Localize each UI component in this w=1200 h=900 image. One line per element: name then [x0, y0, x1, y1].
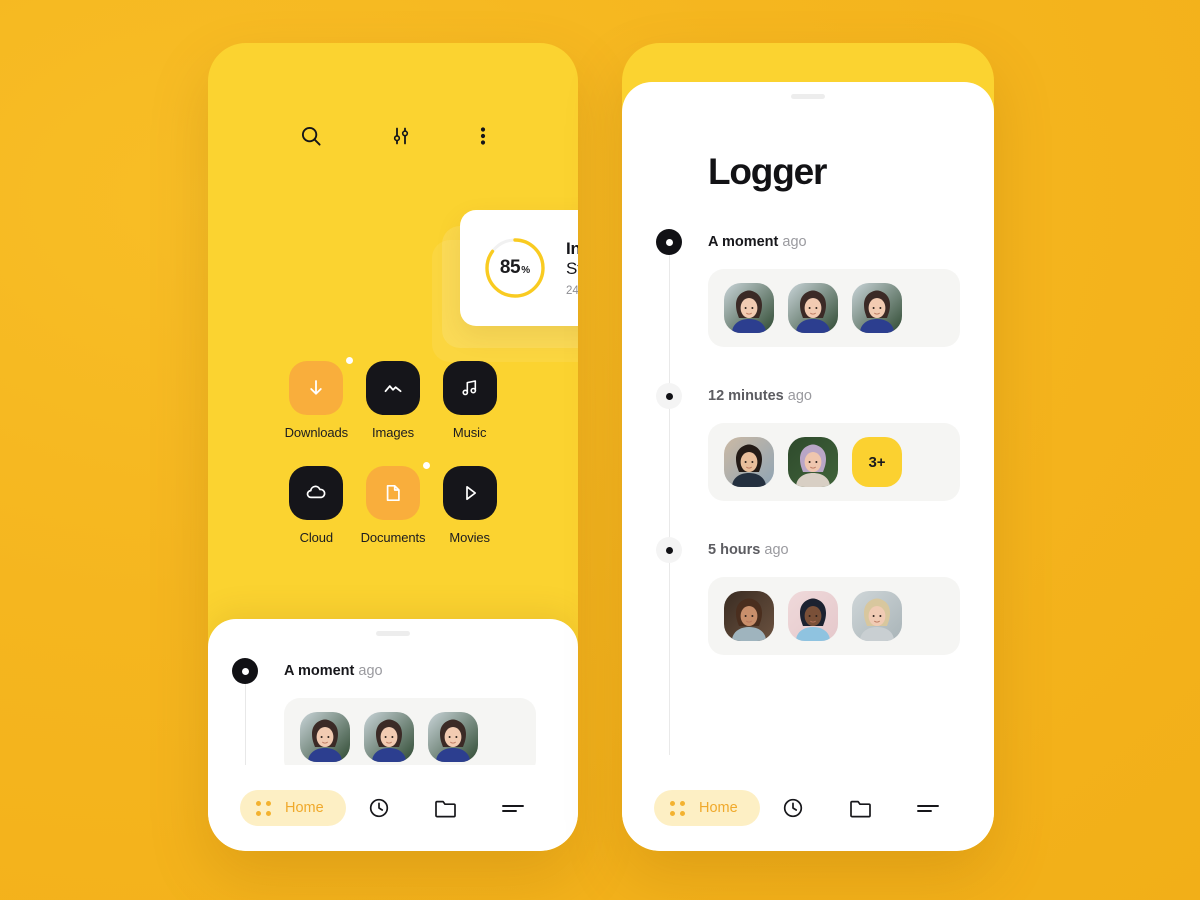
category-item-documents[interactable]: Documents — [355, 462, 432, 545]
nav-item-files[interactable] — [827, 798, 894, 819]
phone-left: Analyze 85 % Internal Storage 24.2 Gb / … — [208, 43, 578, 851]
timeline: A moment ago 12 minutes ago 3+ 5 hours ago — [622, 229, 994, 755]
timeline-time-light: ago — [764, 542, 789, 558]
category-label: Downloads — [284, 425, 349, 440]
avatar-woman-long-hair[interactable] — [724, 283, 774, 333]
avatar-woman-long-hair[interactable] — [300, 712, 350, 762]
sheet-grabber[interactable] — [791, 94, 825, 99]
avatar-woman-long-hair[interactable] — [788, 283, 838, 333]
play-icon — [442, 466, 497, 520]
category-label: Cloud — [299, 530, 334, 545]
phone-right: Logger A moment ago 12 minutes ago 3+ 5 hou… — [622, 43, 994, 851]
timeline-time-bold: 5 hours — [708, 542, 761, 558]
notification-badge — [346, 357, 354, 364]
download-icon — [289, 357, 354, 415]
avatar-woman-glasses[interactable] — [788, 437, 838, 487]
category-item-cloud[interactable]: Cloud — [278, 466, 355, 545]
page-title: Logger — [708, 151, 827, 192]
avatar-man-bowtie[interactable] — [724, 437, 774, 487]
document-icon — [365, 462, 430, 520]
nav-item-more[interactable] — [479, 801, 546, 815]
avatar-strip — [708, 577, 960, 655]
timeline-dot-active — [232, 658, 258, 684]
nav-item-history[interactable] — [346, 797, 413, 819]
timeline-entry: A moment ago — [622, 229, 994, 347]
storage-subtitle: 24.2 Gb / 28.5 Gb — [566, 284, 578, 297]
timeline-time-light: ago — [787, 388, 812, 404]
avatar-strip: 3+ — [708, 423, 960, 501]
apps-grid-icon — [670, 800, 685, 816]
notification-badge — [422, 462, 430, 469]
nav-item-files[interactable] — [412, 798, 479, 819]
bottom-navbar-left: Home — [208, 765, 578, 851]
timeline-dot — [656, 537, 682, 563]
sheet-grabber[interactable] — [376, 631, 410, 636]
avatar-woman-long-hair[interactable] — [852, 283, 902, 333]
timeline-time-light: ago — [782, 234, 807, 250]
category-label: Images — [371, 425, 414, 440]
category-label: Movies — [449, 530, 490, 545]
category-item-movies[interactable]: Movies — [431, 466, 508, 545]
timeline-time-bold: A moment — [284, 663, 355, 679]
avatar-woman-long-hair[interactable] — [428, 712, 478, 762]
avatar-strip — [708, 269, 960, 347]
timeline-time: 12 minutes ago — [708, 383, 994, 409]
music-icon — [442, 361, 497, 415]
category-label: Music — [452, 425, 487, 440]
percent-symbol: % — [521, 265, 531, 276]
storage-percent: 85 — [499, 257, 521, 278]
search-icon[interactable] — [300, 125, 322, 147]
cloud-icon — [289, 466, 344, 520]
nav-item-history[interactable] — [760, 797, 827, 819]
storage-text: Internal Storage 24.2 Gb / 28.5 Gb — [566, 239, 578, 297]
sliders-icon[interactable] — [390, 125, 412, 147]
avatar-more-count[interactable]: 3+ — [852, 437, 902, 487]
nav-item-home[interactable]: Home — [240, 790, 346, 826]
internal-storage-card[interactable]: 85 % Internal Storage 24.2 Gb / 28.5 Gb — [460, 210, 578, 326]
timeline-time: A moment ago — [284, 658, 578, 684]
more-vertical-icon[interactable] — [480, 125, 486, 147]
image-icon — [365, 361, 420, 415]
storage-card-group: Analyze 85 % Internal Storage 24.2 Gb / … — [432, 210, 578, 362]
timeline-time-bold: 12 minutes — [708, 388, 784, 404]
category-label: Documents — [360, 530, 426, 545]
nav-home-label: Home — [699, 800, 738, 816]
bottom-navbar-right: Home — [622, 765, 994, 851]
timeline-dot — [656, 383, 682, 409]
storage-title-light: Storage — [566, 258, 578, 278]
avatar-man-cap[interactable] — [788, 591, 838, 641]
category-grid: Downloads Images Music Cloud Documents Movies — [208, 357, 578, 545]
nav-item-more[interactable] — [895, 801, 962, 815]
logger-screen: Logger A moment ago 12 minutes ago 3+ 5 hou… — [622, 82, 994, 851]
timeline-time-light: ago — [358, 663, 383, 679]
category-item-downloads[interactable]: Downloads — [278, 357, 355, 440]
avatar-woman-long-hair[interactable] — [364, 712, 414, 762]
apps-grid-icon — [256, 800, 271, 816]
category-item-music[interactable]: Music — [431, 361, 508, 440]
nav-item-home[interactable]: Home — [654, 790, 760, 826]
logger-bottom-sheet: A moment ago Home — [208, 619, 578, 851]
timeline-entry: A moment ago — [208, 658, 578, 776]
timeline-entry: 12 minutes ago 3+ — [622, 383, 994, 501]
storage-title-bold: Internal — [566, 239, 578, 259]
avatar-woman-phone[interactable] — [724, 591, 774, 641]
timeline-dot-active — [656, 229, 682, 255]
storage-progress-ring: 85 % — [482, 235, 548, 301]
nav-home-label: Home — [285, 800, 324, 816]
timeline-time: 5 hours ago — [708, 537, 994, 563]
left-topbar — [208, 125, 578, 147]
timeline-entry: 5 hours ago — [622, 537, 994, 655]
category-item-images[interactable]: Images — [355, 361, 432, 440]
timeline-time-bold: A moment — [708, 234, 779, 250]
timeline-time: A moment ago — [708, 229, 994, 255]
avatar-woman-beanie[interactable] — [852, 591, 902, 641]
